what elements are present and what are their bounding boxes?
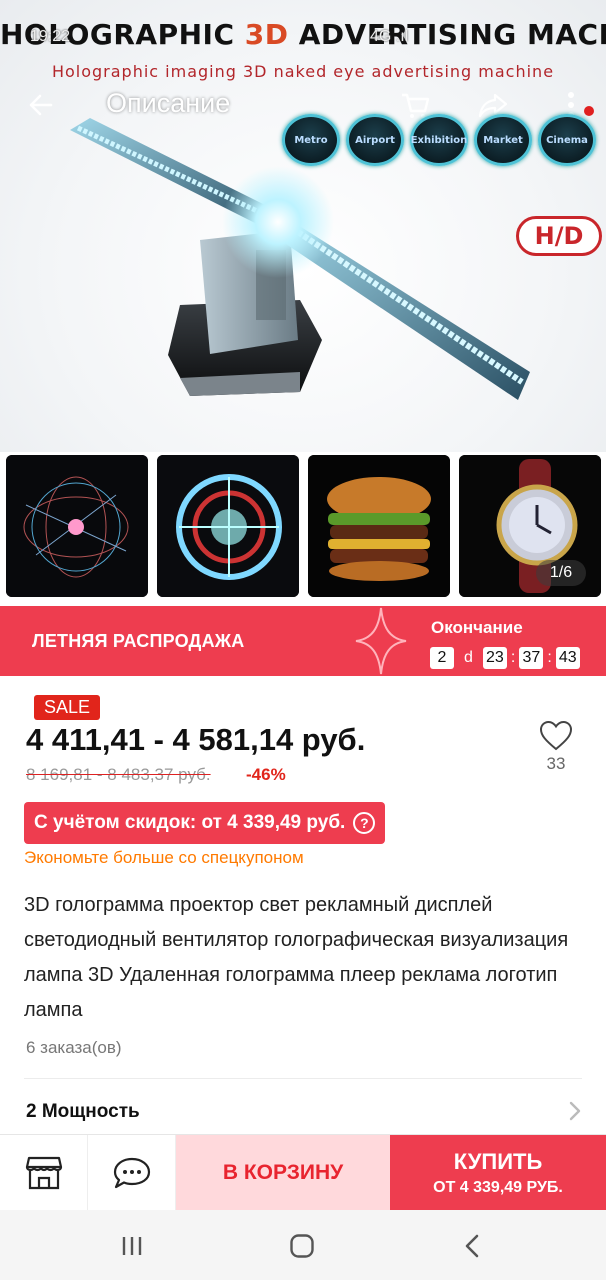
mech-hologram-thumbnail [157, 455, 299, 597]
chat-button[interactable] [88, 1135, 176, 1211]
countdown-day-unit: d [464, 649, 473, 666]
banner-subtitle: Holographic imaging 3D naked eye adverti… [51, 62, 555, 81]
sparkle-icon [355, 607, 407, 675]
bottom-action-bar: В КОРЗИНУ КУПИТЬ ОТ 4 339,49 РУБ. [0, 1134, 606, 1211]
chevron-right-icon [569, 1101, 581, 1121]
wishlist-button[interactable]: 33 [530, 720, 582, 790]
orders-count: 6 заказа(ов) [26, 1038, 122, 1057]
countdown-hours: 23 [482, 647, 507, 669]
chat-icon [113, 1157, 150, 1189]
summer-sale-banner: ЛЕТНЯЯ РАСПРОДАЖА Окончание 2 d 23 : 37 … [0, 606, 606, 676]
venue-badge: Exhibition [410, 114, 468, 166]
status-signal: 4G .ıl [370, 28, 409, 45]
spec-label: 2 Мощность [26, 1101, 140, 1122]
chevron-left-icon [465, 1234, 479, 1258]
back-button[interactable] [24, 88, 58, 122]
countdown-days: 2 [430, 647, 454, 669]
status-time: 19:22 [30, 28, 71, 45]
particle-hologram-thumbnail [6, 455, 148, 597]
product-hero-image[interactable]: HOLOGRAPHIC 3D ADVERTISING MACHINE Holog… [0, 0, 606, 452]
coupon-savings-link[interactable]: Экономьте больше со спецкупоном [24, 848, 304, 868]
gallery-counter: 1/6 [536, 560, 586, 586]
hd-badge: H/D [516, 216, 602, 256]
spec-selector-row[interactable]: 2 Мощность [0, 1094, 606, 1130]
buy-now-price: ОТ 4 339,49 РУБ. [433, 1179, 563, 1196]
thumbnail-image[interactable] [6, 455, 148, 597]
countdown-seconds: 43 [555, 647, 580, 669]
product-title: 3D голограмма проектор свет рекламный ди… [24, 894, 569, 1021]
arrow-left-icon [29, 94, 53, 116]
wishlist-count: 33 [546, 754, 566, 773]
help-icon[interactable]: ? [353, 812, 376, 834]
buy-now-button[interactable]: КУПИТЬ ОТ 4 339,49 РУБ. [390, 1135, 606, 1211]
recent-apps-icon [122, 1237, 142, 1255]
status-bar: 19:22 4G .ıl [0, 24, 606, 116]
thumbnail-image[interactable] [157, 455, 299, 597]
countdown-timer: 2 d 23 : 37 : 43 [430, 646, 580, 670]
venue-badge: Market [474, 114, 532, 166]
venue-badge: Cinema [538, 114, 596, 166]
countdown-label: Окончание [431, 618, 523, 637]
discount-percent: -46% [246, 765, 286, 784]
recent-apps-button[interactable] [112, 1230, 152, 1262]
price-range: 4 411,41 - 4 581,14 руб. [26, 722, 366, 757]
system-navigation-bar [0, 1210, 606, 1280]
discounted-price-badge[interactable]: С учётом скидок: от 4 339,49 руб. ? [24, 802, 386, 844]
countdown-minutes: 37 [519, 647, 544, 669]
burger-hologram-thumbnail [308, 455, 450, 597]
venue-badges: Metro Airport Exhibition Market Cinema [282, 114, 602, 170]
discounted-price-label: С учётом скидок: от 4 339,49 руб. [34, 812, 346, 833]
system-back-button[interactable] [452, 1230, 492, 1262]
home-icon [290, 1234, 314, 1258]
thumbnail-image[interactable] [308, 455, 450, 597]
divider [24, 1078, 582, 1079]
store-icon [25, 1156, 62, 1190]
thumbnail-strip: 1/6 [0, 452, 606, 600]
home-button[interactable] [282, 1230, 322, 1262]
venue-badge: Airport [346, 114, 404, 166]
sale-tag: SALE [34, 695, 101, 720]
store-button[interactable] [0, 1135, 88, 1211]
venue-badge: Metro [282, 114, 340, 166]
page-title: Описание [106, 88, 231, 118]
old-price-range: 8 169,81 - 8 483,37 руб. [26, 765, 211, 784]
sale-banner-title: ЛЕТНЯЯ РАСПРОДАЖА [32, 631, 245, 651]
add-to-cart-button[interactable]: В КОРЗИНУ [176, 1135, 390, 1211]
buy-now-label: КУПИТЬ [453, 1149, 543, 1174]
heart-icon [539, 720, 573, 751]
